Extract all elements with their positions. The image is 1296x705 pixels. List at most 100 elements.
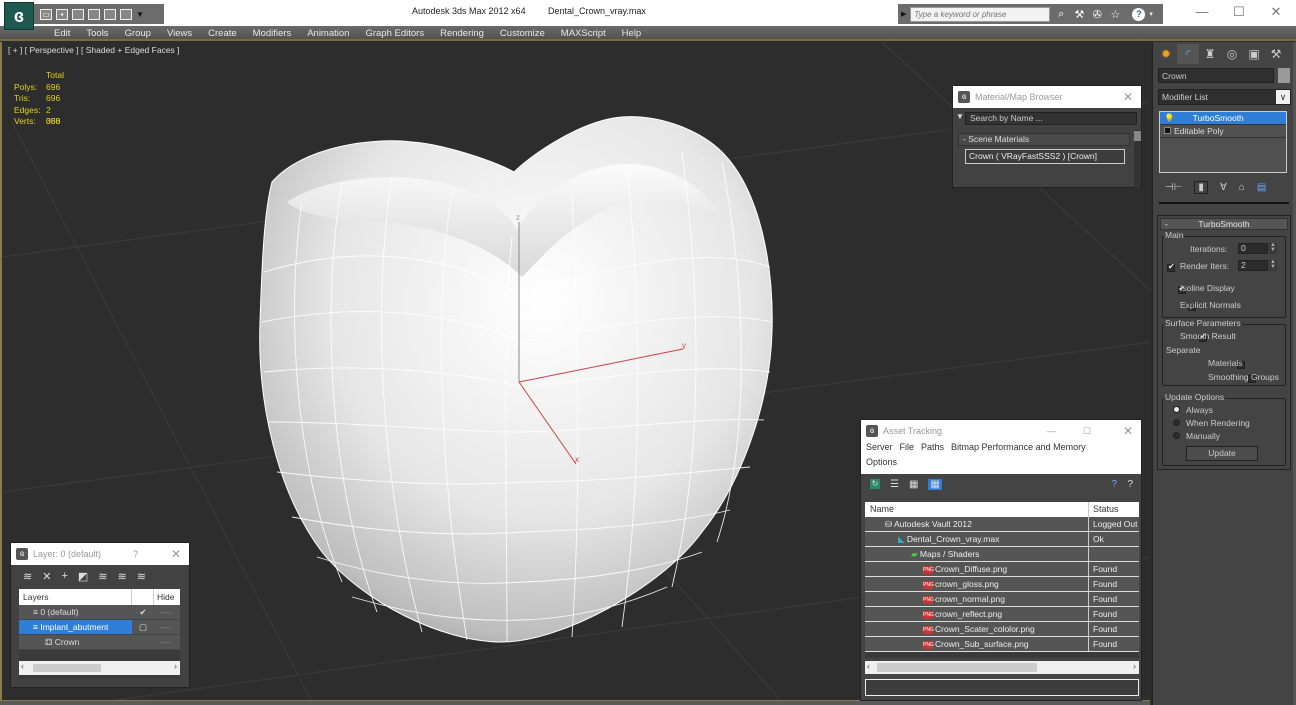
asset-row[interactable]: ⛁ Autodesk Vault 2012 Logged Out	[865, 517, 1139, 532]
column-layers[interactable]: Layers	[19, 589, 132, 605]
minimize-button[interactable]: —	[1184, 3, 1220, 21]
help-icon[interactable]: ?	[1127, 479, 1133, 490]
help-icon[interactable]: ?	[1132, 7, 1146, 21]
binoculars-icon[interactable]: ⌕	[1054, 8, 1068, 21]
display-tab-icon[interactable]: ▣	[1243, 44, 1265, 64]
create-tab-icon[interactable]: ✹	[1155, 44, 1177, 64]
column-current[interactable]	[132, 589, 154, 605]
material-item-crown[interactable]: Crown ( VRayFastSSS2 ) [Crown]	[965, 149, 1125, 164]
render-iters-spinner[interactable]: 2	[1238, 260, 1268, 271]
scene-materials-group[interactable]: - Scene Materials	[958, 133, 1130, 146]
menu-graph-editors[interactable]: Graph Editors	[357, 26, 432, 39]
layer-manager-titlebar[interactable]: ɞ Layer: 0 (default) ? ✕	[11, 543, 189, 565]
menu-group[interactable]: Group	[117, 26, 159, 39]
menu-help[interactable]: Help	[614, 26, 650, 39]
maximize-icon[interactable]: ☐	[1083, 420, 1091, 442]
menu-edit[interactable]: Edit	[46, 26, 78, 39]
hide-toggle[interactable]: ----	[154, 635, 171, 649]
scroll-left-icon[interactable]: ‹	[21, 661, 24, 671]
hide-all-icon[interactable]: ≋	[118, 570, 127, 583]
menu-animation[interactable]: Animation	[299, 26, 357, 39]
app-logo-button[interactable]: ɞ	[4, 2, 34, 30]
asset-path-field[interactable]	[865, 679, 1139, 696]
asset-horizontal-scrollbar[interactable]: ‹ ›	[865, 661, 1139, 674]
manually-radio[interactable]	[1173, 432, 1180, 439]
scrollbar-thumb[interactable]	[1134, 131, 1141, 141]
hold-icon[interactable]	[104, 8, 116, 20]
asset-row[interactable]: PNGcrown_gloss.png Found	[865, 577, 1139, 592]
save-file-icon[interactable]: ▪	[56, 8, 68, 20]
pin-stack-icon[interactable]: ⊣⊢	[1165, 182, 1182, 193]
current-layer-check[interactable]: ▢	[132, 620, 154, 634]
hierarchy-tab-icon[interactable]: ♜	[1199, 44, 1221, 64]
undo-icon[interactable]	[72, 8, 84, 20]
menu-bitmap-performance[interactable]: Bitmap Performance and Memory	[951, 442, 1086, 452]
asset-row[interactable]: PNGCrown_Sub_surface.png Found	[865, 637, 1139, 652]
open-file-icon[interactable]: ▭	[40, 8, 52, 20]
material-browser-titlebar[interactable]: ɞ Material/Map Browser ✕	[953, 86, 1141, 108]
menu-create[interactable]: Create	[200, 26, 245, 39]
rollout-header[interactable]: - TurboSmooth	[1160, 218, 1288, 230]
asset-row[interactable]: PNGcrown_reflect.png Found	[865, 607, 1139, 622]
asset-row[interactable]: PNGCrown_Diffuse.png Found	[865, 562, 1139, 577]
utilities-tab-icon[interactable]: ⚒	[1265, 44, 1287, 64]
asset-row[interactable]: ▰ Maps / Shaders	[865, 547, 1139, 562]
scrollbar-thumb[interactable]	[877, 663, 1037, 672]
menu-server[interactable]: Server	[866, 442, 893, 452]
iterations-spinner-arrows[interactable]: ▲ ▼	[1269, 242, 1277, 254]
render-iters-checkbox[interactable]	[1167, 262, 1175, 272]
current-layer-check[interactable]: ✔	[132, 605, 154, 619]
when-rendering-radio[interactable]	[1173, 419, 1180, 426]
detail-view-icon[interactable]: ▦	[909, 479, 918, 490]
help-status-icon[interactable]: ?	[1111, 479, 1117, 490]
asset-tracking-titlebar[interactable]: ɞ Asset Tracking — ☐ ✕	[861, 420, 1141, 440]
select-layer-icon[interactable]: ≋	[98, 570, 107, 583]
refresh-icon[interactable]: ↻	[870, 479, 880, 489]
menu-customize[interactable]: Customize	[492, 26, 553, 39]
expand-search-icon[interactable]: ▶	[901, 10, 906, 18]
close-button[interactable]: ✕	[1258, 3, 1294, 21]
layer-row-crown[interactable]: ⚃ Crown ----	[19, 635, 180, 650]
menu-views[interactable]: Views	[159, 26, 200, 39]
keyword-search-input[interactable]	[910, 6, 1051, 22]
close-icon[interactable]: ✕	[1123, 420, 1133, 442]
asset-row[interactable]: PNGCrown_Scater_cololor.png Found	[865, 622, 1139, 637]
search-by-name-input[interactable]: Search by Name ...	[965, 112, 1137, 125]
lightbulb-icon[interactable]: 💡	[1164, 113, 1175, 123]
column-name[interactable]: Name	[865, 502, 1089, 517]
table-view-icon[interactable]: ▦	[928, 478, 942, 490]
modify-tab-icon[interactable]: ◜	[1177, 44, 1199, 64]
options-dropdown-icon[interactable]: ▼	[956, 112, 964, 121]
asset-row[interactable]: PNGcrown_normal.png Found	[865, 592, 1139, 607]
create-layer-icon[interactable]: ≋	[23, 570, 32, 583]
add-to-layer-icon[interactable]: +	[61, 570, 67, 582]
stack-item-turbosmooth[interactable]: 💡 TurboSmooth	[1160, 112, 1286, 125]
menu-paths[interactable]: Paths	[921, 442, 944, 452]
fetch-icon[interactable]	[120, 8, 132, 20]
menu-options[interactable]: Options	[866, 457, 897, 467]
remove-modifier-icon[interactable]: ⌂	[1239, 182, 1245, 193]
expand-icon[interactable]	[1164, 127, 1171, 134]
configure-sets-icon[interactable]: ▤	[1257, 182, 1266, 193]
modifier-list-dropdown[interactable]: Modifier List ∨	[1158, 89, 1291, 105]
menu-modifiers[interactable]: Modifiers	[245, 26, 300, 39]
make-unique-icon[interactable]: ∀	[1220, 182, 1227, 193]
always-radio[interactable]	[1173, 406, 1180, 413]
list-view-icon[interactable]: ☰	[890, 479, 899, 490]
close-icon[interactable]: ✕	[1123, 86, 1133, 108]
hide-toggle[interactable]: ----	[154, 605, 171, 619]
update-button[interactable]: Update	[1186, 446, 1258, 461]
delete-layer-icon[interactable]: ✕	[42, 570, 51, 583]
object-color-swatch[interactable]	[1278, 68, 1290, 83]
customize-dropdown-icon[interactable]: ▼	[136, 10, 144, 19]
help-icon[interactable]: ?	[133, 543, 138, 565]
star-icon[interactable]: ☆	[1108, 8, 1122, 21]
motion-tab-icon[interactable]: ◎	[1221, 44, 1243, 64]
layer-row-default[interactable]: ≡ 0 (default) ✔ ----	[19, 605, 180, 620]
object-name-field[interactable]	[1158, 68, 1274, 83]
iterations-spinner[interactable]: 0	[1238, 243, 1268, 254]
layer-horizontal-scrollbar[interactable]: ‹ ›	[19, 661, 180, 675]
show-end-result-icon[interactable]: ▮	[1194, 180, 1208, 194]
column-hide[interactable]: Hide	[154, 589, 174, 605]
menu-rendering[interactable]: Rendering	[432, 26, 492, 39]
